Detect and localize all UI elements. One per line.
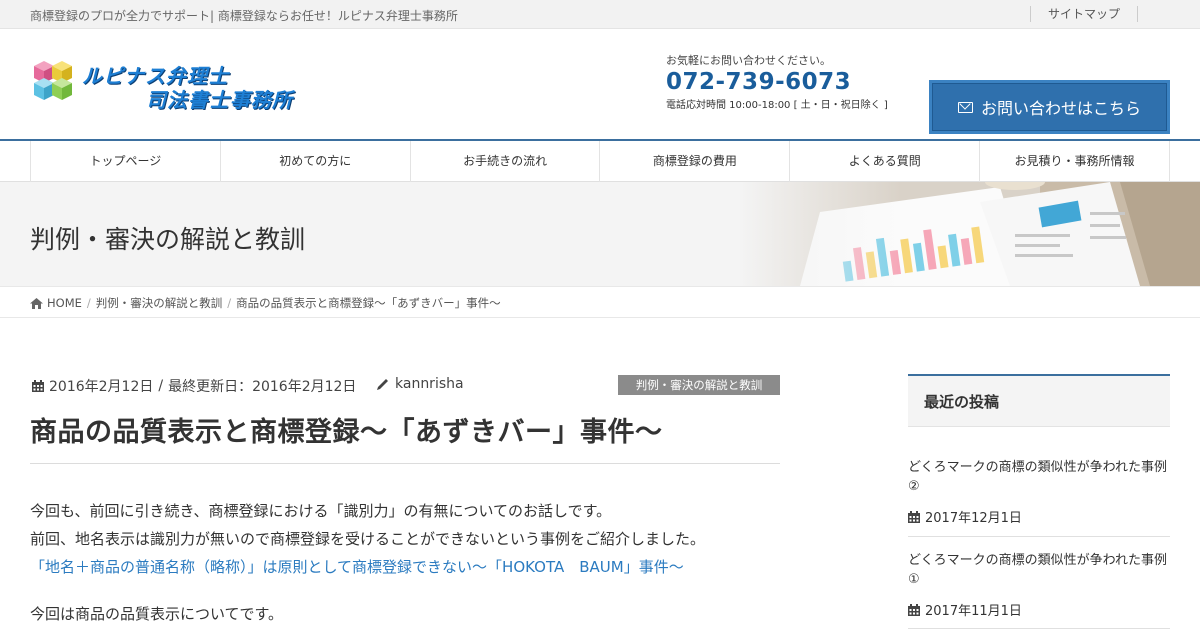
phone-number[interactable]: 072-739-6073 — [666, 69, 916, 95]
category-badge[interactable]: 判例・審決の解説と教訓 — [618, 375, 780, 395]
page-header-banner: 判例・審決の解説と教訓 — [0, 182, 1200, 286]
post-paragraph-line: 今回も、前回に引き続き、商標登録における「識別力」の有無についてのお話しです。 — [30, 502, 612, 520]
breadcrumb-category[interactable]: 判例・審決の解説と教訓 — [96, 295, 223, 311]
sidebar-post-title[interactable]: どくろマークの商標の類似性が争われた事例① — [908, 551, 1170, 589]
post-title: 商品の品質表示と商標登録～「あずきバー」事件～ — [30, 417, 663, 448]
sidebar-post-date: 2017年11月1日 — [925, 604, 1022, 619]
global-nav: トップページ 初めての方に お手続きの流れ 商標登録の費用 よくある質問 お見積… — [0, 139, 1200, 182]
site-tagline: 商標登録のプロが全力でサポート| 商標登録ならお任せ！ルピナス弁理士事務所 — [30, 9, 458, 23]
banner-photo — [740, 182, 1200, 286]
sidebar-recent-posts-heading: 最近の投稿 — [908, 374, 1170, 427]
breadcrumb-separator: / — [227, 296, 232, 310]
post-date: 2016年2月12日 — [49, 379, 154, 395]
site-logo[interactable]: ルピナス弁理士 司法書士事務所 — [30, 56, 320, 114]
nav-item-fees[interactable]: 商標登録の費用 — [600, 141, 791, 182]
nav-item-faq[interactable]: よくある質問 — [790, 141, 981, 182]
breadcrumb-current: 商品の品質表示と商標登録～「あずきバー」事件～ — [236, 296, 501, 310]
nav-item-office[interactable]: お見積り・事務所情報 — [980, 141, 1170, 182]
nav-item-process[interactable]: お手続きの流れ — [411, 141, 601, 182]
post-paragraph-line: 前回、地名表示は識別力が無いので商標登録を受けることができないという事例をご紹介… — [30, 530, 706, 548]
envelope-icon — [957, 101, 973, 113]
contact-button[interactable]: お問い合わせはこちら — [929, 80, 1170, 134]
business-hours: 電話応対時間 10:00-18:00 [ 土・日・祝日除く ] — [666, 100, 888, 111]
sidebar-post-date: 2017年12月1日 — [925, 511, 1022, 526]
calendar-icon — [32, 380, 44, 392]
nav-item-top[interactable]: トップページ — [31, 141, 221, 182]
sidebar-divider — [908, 628, 1170, 629]
sidebar-divider — [908, 536, 1170, 537]
sidebar-post-item: どくろマークの商標の類似性が争われた事例② 2017年12月1日 — [908, 458, 1170, 526]
contact-lead: お気軽にお問い合わせください。 — [666, 54, 831, 67]
breadcrumb-separator: / — [86, 296, 91, 310]
home-icon — [30, 297, 43, 309]
contact-button-label: お問い合わせはこちら — [980, 99, 1141, 118]
calendar-icon — [908, 510, 920, 523]
sitemap-link[interactable]: サイトマップ — [1030, 6, 1138, 22]
post-author[interactable]: kannrisha — [395, 376, 464, 392]
title-divider — [30, 463, 780, 464]
sidebar-heading-text: 最近の投稿 — [924, 393, 1000, 411]
logo-cubes-icon — [34, 61, 72, 100]
pencil-icon — [377, 379, 388, 390]
site-header: ルピナス弁理士 司法書士事務所 お気軽にお問い合わせください。 072-739-… — [0, 29, 1200, 139]
post-paragraph: 今回は商品の品質表示についてです。 — [30, 605, 284, 623]
nav-item-beginners[interactable]: 初めての方に — [221, 141, 411, 182]
sidebar-post-title[interactable]: どくろマークの商標の類似性が争われた事例② — [908, 458, 1170, 496]
related-post-link[interactable]: 「地名＋商品の普通名称（略称）」は原則として商標登録できない～「HOKOTA B… — [30, 556, 684, 577]
logo-text-line2: 司法書士事務所 — [146, 88, 293, 112]
breadcrumb: HOME / 判例・審決の解説と教訓 / 商品の品質表示と商標登録～「あずきバー… — [0, 286, 1200, 318]
page-title: 判例・審決の解説と教訓 — [30, 225, 306, 254]
calendar-icon — [908, 603, 920, 616]
top-bar: 商標登録のプロが全力でサポート| 商標登録ならお任せ！ルピナス弁理士事務所 サイ… — [0, 0, 1200, 29]
breadcrumb-home[interactable]: HOME — [47, 296, 82, 310]
post-updated: 最終更新日：2016年2月12日 — [168, 379, 357, 395]
sidebar-post-item: どくろマークの商標の類似性が争われた事例① 2017年11月1日 — [908, 551, 1170, 619]
meta-separator: / — [158, 378, 164, 394]
contact-info: お気軽にお問い合わせください。 072-739-6073 電話応対時間 10:0… — [666, 52, 916, 111]
